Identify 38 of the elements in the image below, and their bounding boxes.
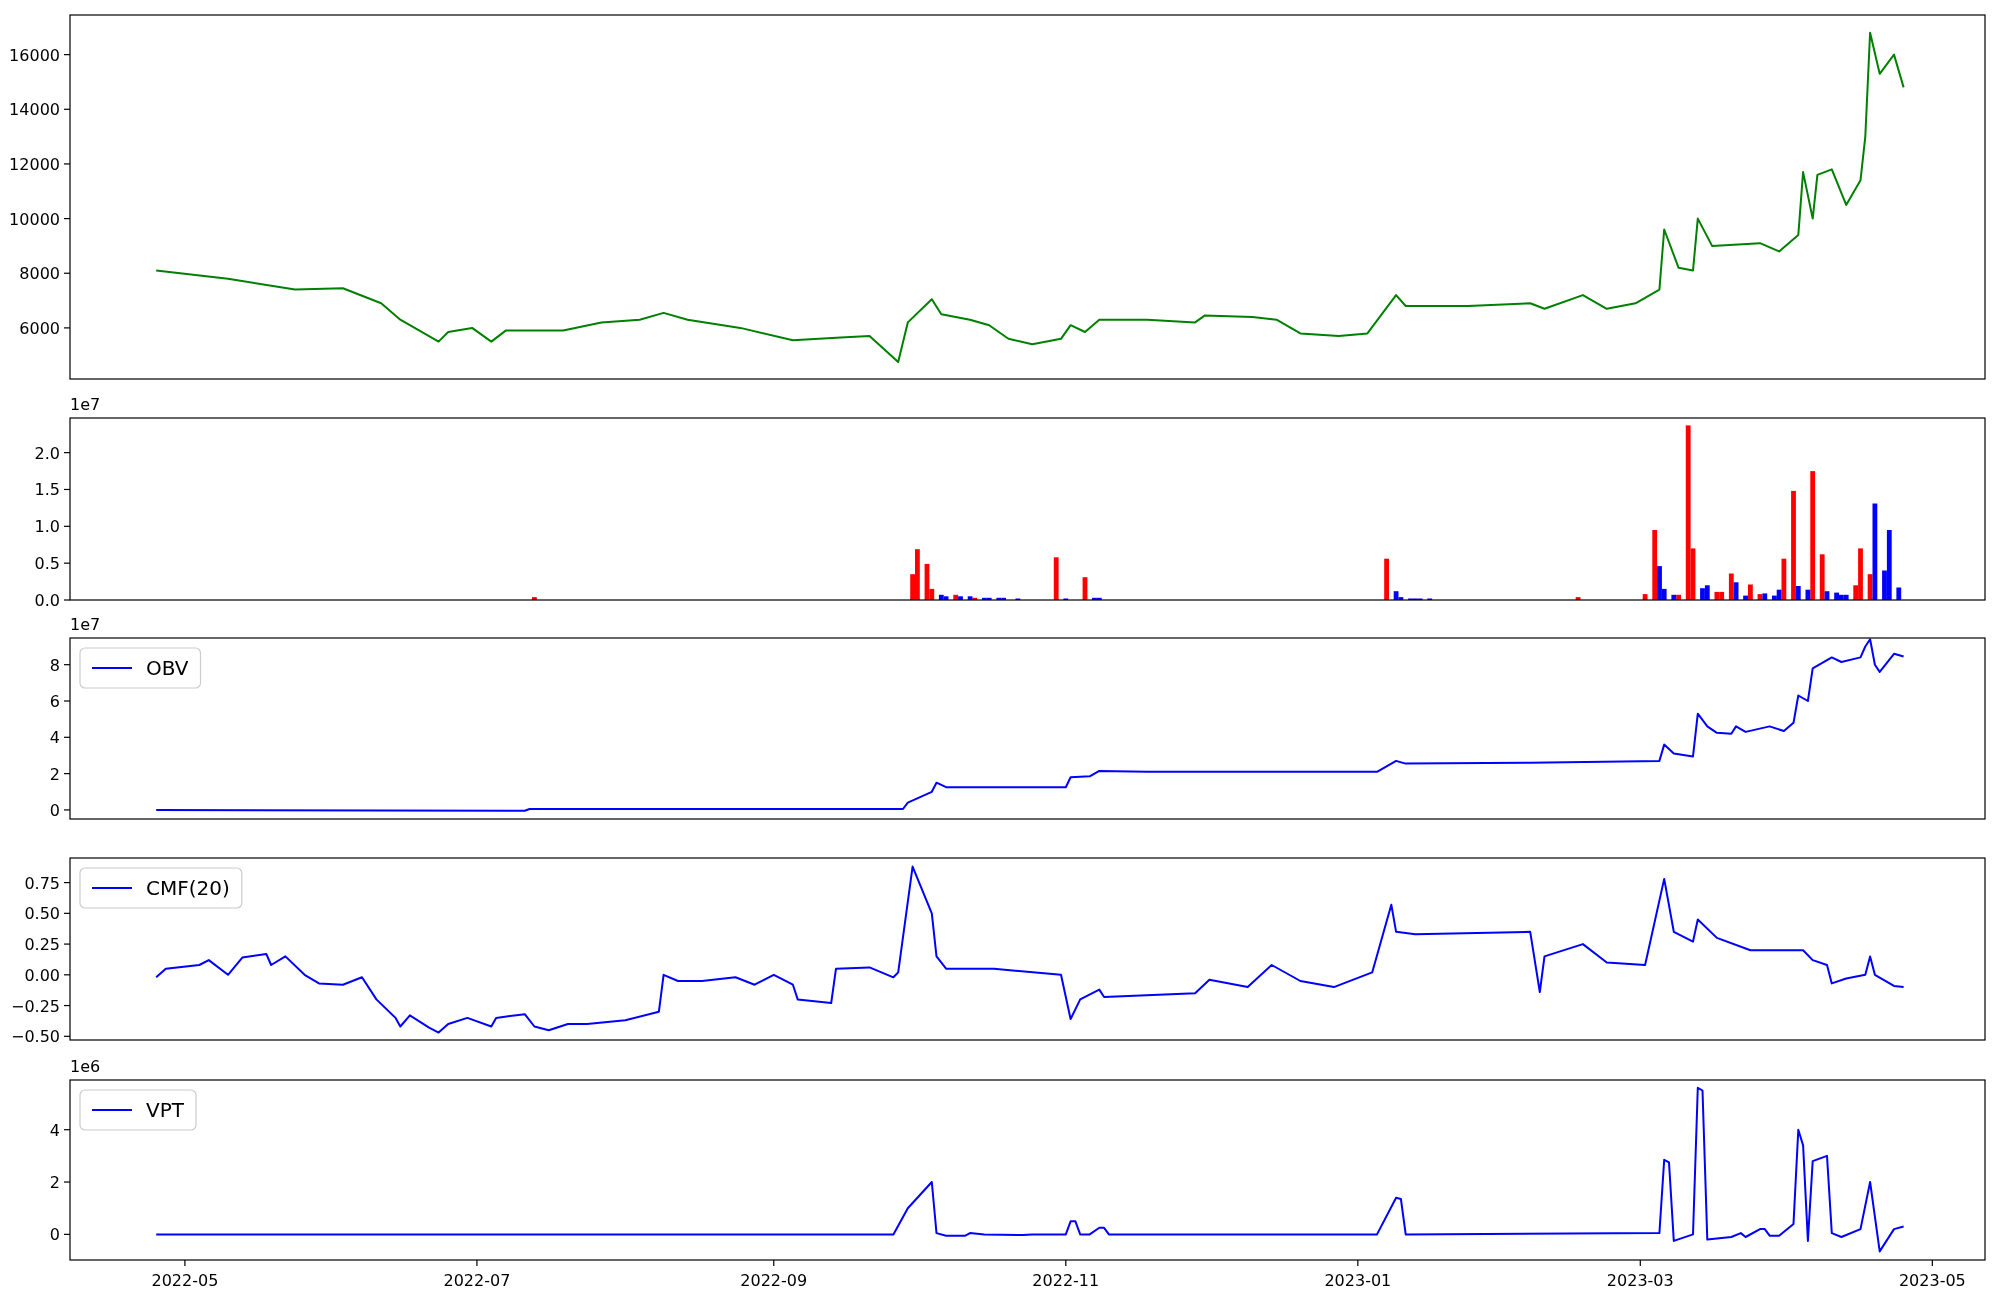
axis-offset-label: 1e7 [70,395,101,414]
tick-label: 0.50 [24,904,60,924]
tick-label: 14000 [9,100,60,120]
tick-label: 6000 [19,318,60,338]
tick-label: 4 [49,1120,60,1140]
tick-label: 8000 [19,264,60,284]
legend-label: OBV [146,656,189,680]
tick-label: 2 [49,764,60,784]
tick-label: 0.25 [24,935,60,955]
tick-label: 1.0 [34,517,60,537]
tick-label: −0.25 [10,996,60,1016]
tick-label: 4 [49,728,60,748]
legend-label: CMF(20) [146,876,230,900]
axis-offset-label: 1e7 [70,615,101,634]
tick-label: 2 [49,1173,60,1193]
tick-label: −0.50 [10,1027,60,1047]
tick-label: 0 [49,1225,60,1245]
tick-label: 2.0 [34,443,60,463]
tick-label: 0.5 [34,554,60,574]
tick-label: 2022-11 [1032,1271,1100,1290]
tick-label: 1.5 [34,480,60,500]
tick-label: 2023-03 [1606,1271,1674,1290]
tick-label: 0.00 [24,965,60,985]
tick-label: 10000 [9,209,60,229]
legend-label: VPT [146,1098,184,1122]
tick-label: 16000 [9,45,60,65]
tick-label: 0.75 [24,873,60,893]
tick-label: 2022-09 [740,1271,808,1290]
tick-label: 2023-01 [1324,1271,1392,1290]
tick-label: 8 [49,655,60,675]
tick-label: 2022-07 [443,1271,511,1290]
tick-label: 6 [49,692,60,711]
tick-label: 2023-05 [1898,1271,1966,1290]
tick-label: 0 [49,800,60,820]
axis-offset-label: 1e6 [70,1057,101,1076]
tick-label: 0.0 [34,591,60,608]
tick-label: 12000 [9,154,60,174]
tick-label: 2022-05 [151,1271,219,1290]
